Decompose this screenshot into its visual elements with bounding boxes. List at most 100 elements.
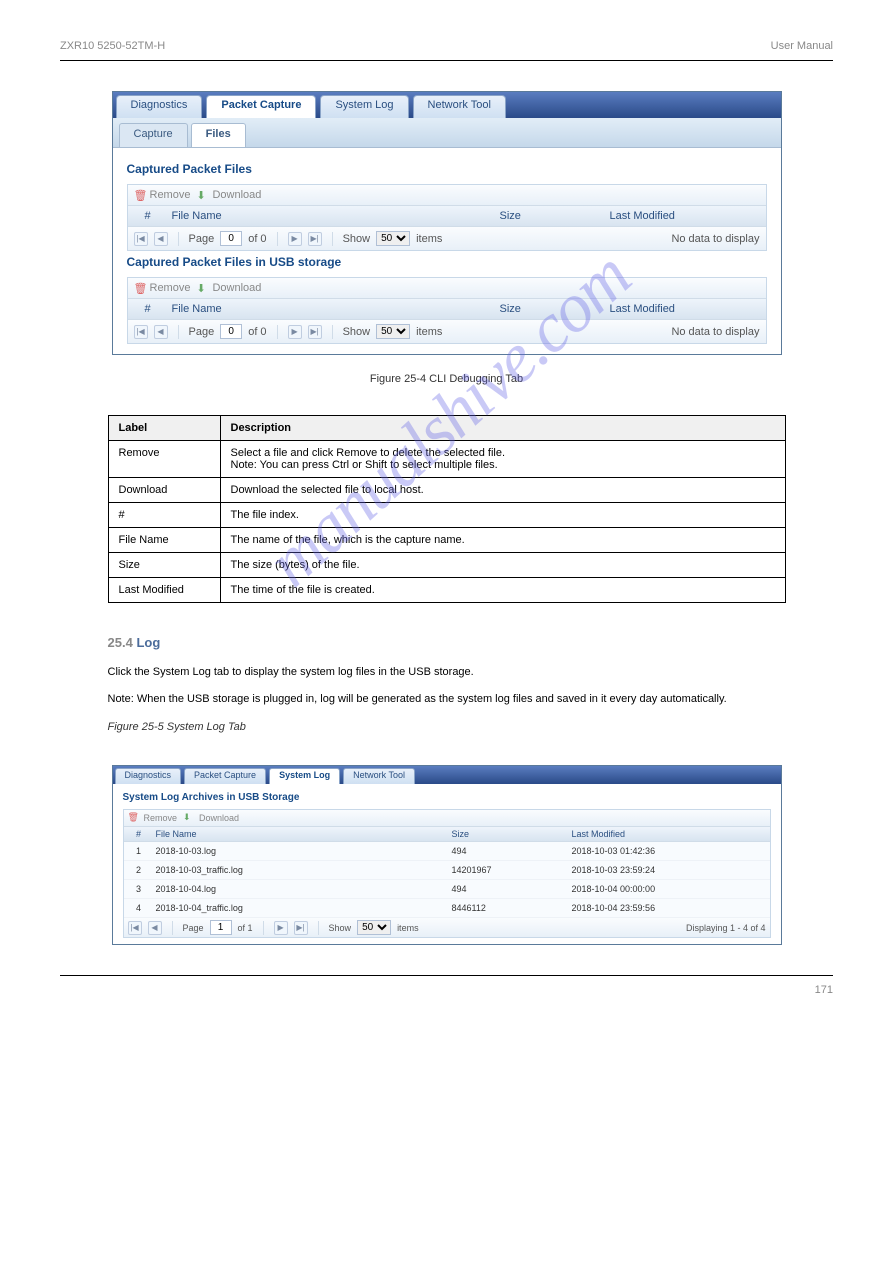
desc-cell: Download the selected file to local host… (220, 478, 785, 503)
section-paragraph: Click the System Log tab to display the … (108, 664, 786, 681)
pagesize-select[interactable]: 50 (376, 324, 410, 339)
last-page-button[interactable]: ▶| (294, 921, 308, 935)
label-cell: File Name (108, 528, 220, 553)
next-page-button[interactable]: ▶ (288, 232, 302, 246)
tab-diagnostics[interactable]: Diagnostics (116, 95, 203, 118)
download-button[interactable]: ⬇Download (183, 812, 239, 824)
last-page-button[interactable]: ▶| (308, 232, 322, 246)
subtab-files[interactable]: Files (191, 123, 246, 147)
col-file: File Name (168, 206, 496, 226)
column-header-1: #File NameSizeLast Modified (128, 299, 766, 320)
pager-0: |◀◀Pageof 0▶▶|Show50itemsNo data to disp… (128, 227, 766, 250)
trash-icon: 🗑 (134, 282, 146, 294)
remove-button[interactable]: 🗑Remove (128, 812, 178, 824)
trash-icon: 🗑 (134, 189, 146, 201)
remove-button[interactable]: 🗑Remove (134, 189, 191, 201)
items-label: items (397, 923, 419, 933)
download-icon: ⬇ (196, 189, 208, 201)
table-row[interactable]: 12018-10-03.log4942018-10-03 01:42:36 (124, 842, 770, 861)
desc-cell: Select a file and click Remove to delete… (220, 441, 785, 478)
label-cell: Last Modified (108, 578, 220, 603)
section-title-1: Captured Packet Files in USB storage (127, 255, 767, 269)
col-size: Size (450, 827, 570, 841)
section-number: 25.4 (108, 635, 133, 650)
column-header-0: #File NameSizeLast Modified (128, 206, 766, 227)
label-cell: # (108, 503, 220, 528)
col-num: # (128, 206, 168, 226)
label-cell: Download (108, 478, 220, 503)
figure-2-panel: DiagnosticsPacket CaptureSystem LogNetwo… (112, 765, 782, 945)
labels-table: Label Description RemoveSelect a file an… (108, 415, 786, 603)
col-file: File Name (168, 299, 496, 319)
pagesize-select[interactable]: 50 (357, 920, 391, 935)
page-number-input[interactable] (220, 231, 242, 246)
main-tab-bar-1: DiagnosticsPacket CaptureSystem LogNetwo… (113, 92, 781, 118)
sub-tab-bar-1: CaptureFiles (113, 118, 781, 148)
section-title-0: Captured Packet Files (127, 162, 767, 176)
page-number-input[interactable] (220, 324, 242, 339)
figure-1-panel: DiagnosticsPacket CaptureSystem LogNetwo… (112, 91, 782, 355)
header-model: ZXR10 5250-52TM-H (60, 40, 165, 52)
prev-page-button[interactable]: ◀ (154, 232, 168, 246)
footer-page: 171 (815, 984, 833, 996)
pager-1: |◀◀Pageof 0▶▶|Show50itemsNo data to disp… (128, 320, 766, 343)
page-header: ZXR10 5250-52TM-H User Manual (60, 40, 833, 52)
col-size: Size (496, 299, 606, 319)
col-file: File Name (154, 827, 450, 841)
prev-page-button[interactable]: ◀ (154, 325, 168, 339)
show-label: Show (329, 923, 352, 933)
last-page-button[interactable]: ▶| (308, 325, 322, 339)
desc-cell: The size (bytes) of the file. (220, 553, 785, 578)
tab-packet-capture[interactable]: Packet Capture (206, 95, 316, 118)
header-rule (60, 60, 833, 61)
labels-th-desc: Description (220, 416, 785, 441)
tab-packet-capture[interactable]: Packet Capture (184, 768, 266, 784)
trash-icon: 🗑 (128, 812, 140, 824)
figure-2-toolbar: 🗑Remove ⬇Download (124, 810, 770, 827)
subtab-capture[interactable]: Capture (119, 123, 188, 147)
page-number-input[interactable] (210, 920, 232, 935)
first-page-button[interactable]: |◀ (134, 232, 148, 246)
col-num: # (124, 827, 154, 841)
main-tab-bar-2: DiagnosticsPacket CaptureSystem LogNetwo… (113, 766, 781, 784)
download-icon: ⬇ (196, 282, 208, 294)
toolbar-1: 🗑Remove ⬇Download (128, 278, 766, 299)
col-size: Size (496, 206, 606, 226)
table-row[interactable]: 42018-10-04_traffic.log84461122018-10-04… (124, 899, 770, 918)
next-page-button[interactable]: ▶ (288, 325, 302, 339)
tab-network-tool[interactable]: Network Tool (343, 768, 415, 784)
first-page-button[interactable]: |◀ (134, 325, 148, 339)
tab-network-tool[interactable]: Network Tool (413, 95, 506, 118)
page-footer: 171 (60, 984, 833, 996)
labels-th-label: Label (108, 416, 220, 441)
toolbar-0: 🗑Remove ⬇Download (128, 185, 766, 206)
download-button[interactable]: ⬇Download (196, 282, 261, 294)
nodata-label: No data to display (671, 326, 759, 338)
first-page-button[interactable]: |◀ (128, 921, 142, 935)
col-mod: Last Modified (606, 206, 766, 226)
nodata-label: No data to display (671, 233, 759, 245)
tab-diagnostics[interactable]: Diagnostics (115, 768, 182, 784)
desc-cell: The file index. (220, 503, 785, 528)
prev-page-button[interactable]: ◀ (148, 921, 162, 935)
download-icon: ⬇ (183, 812, 195, 824)
page-label: Page (183, 923, 204, 933)
desc-cell: The time of the file is created. (220, 578, 785, 603)
col-mod: Last Modified (606, 299, 766, 319)
figure-2-caption: Figure 25-5 System Log Tab (108, 719, 786, 736)
col-mod: Last Modified (570, 827, 770, 841)
next-page-button[interactable]: ▶ (274, 921, 288, 935)
download-button[interactable]: ⬇Download (196, 189, 261, 201)
figure-2-section-title: System Log Archives in USB Storage (123, 792, 771, 803)
header-doc: User Manual (771, 40, 833, 52)
table-row[interactable]: 32018-10-04.log4942018-10-04 00:00:00 (124, 880, 770, 899)
section-note: Note: When the USB storage is plugged in… (108, 691, 786, 708)
figure-2-pager: |◀ ◀ Page of 1 ▶ ▶| Show 50 items Displa… (124, 918, 770, 937)
tab-system-log[interactable]: System Log (320, 95, 408, 118)
pagesize-select[interactable]: 50 (376, 231, 410, 246)
section-title: Log (136, 635, 160, 650)
table-row[interactable]: 22018-10-03_traffic.log142019672018-10-0… (124, 861, 770, 880)
tab-system-log[interactable]: System Log (269, 768, 340, 784)
displaying-label: Displaying 1 - 4 of 4 (686, 923, 766, 933)
remove-button[interactable]: 🗑Remove (134, 282, 191, 294)
